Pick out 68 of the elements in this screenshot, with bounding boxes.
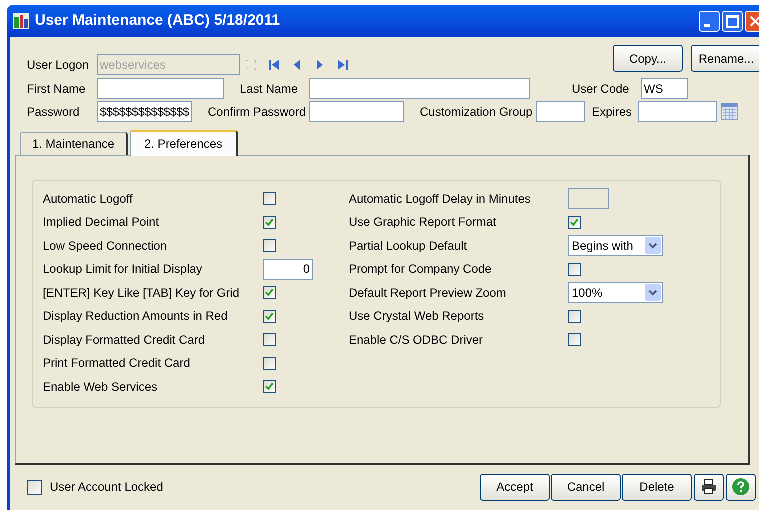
field-label: Automatic Logoff Delay in Minutes <box>349 190 532 208</box>
close-icon <box>750 16 759 26</box>
help-icon <box>732 478 750 496</box>
dropdown[interactable]: Begins with <box>568 235 663 256</box>
dialog-button[interactable]: Accept <box>480 474 550 500</box>
field-label: Customization Group <box>420 104 534 120</box>
field-label: Automatic Logoff <box>43 190 134 208</box>
checkbox[interactable] <box>263 356 276 370</box>
first-record-icon[interactable] <box>268 58 280 70</box>
checkbox[interactable] <box>263 380 276 394</box>
printer-icon <box>701 479 717 495</box>
field-label: Default Report Preview Zoom <box>349 284 508 302</box>
dialog-button[interactable]: Rename... <box>691 45 759 72</box>
field-label: Display Reduction Amounts in Red <box>43 308 229 326</box>
field-label: Confirm Password <box>208 104 308 120</box>
field-label: User Account Locked <box>50 479 164 496</box>
field-label: Password <box>27 104 81 120</box>
field-label: First Name <box>27 80 87 98</box>
dialog-button[interactable]: Copy... <box>613 45 683 72</box>
maximize-button[interactable] <box>722 10 743 32</box>
checkbox[interactable] <box>568 216 581 229</box>
dialog-button[interactable]: Cancel <box>551 474 621 500</box>
tab[interactable]: 2. Preferences <box>130 130 238 156</box>
field-label: Enable Web Services <box>43 378 159 396</box>
password-field[interactable]: $$$$$$$$$$$$$$ <box>97 101 192 122</box>
lookup-icon <box>245 58 257 70</box>
checkbox[interactable] <box>568 262 581 276</box>
field-label: Low Speed Connection <box>43 238 168 255</box>
number-field[interactable]: 0 <box>263 258 313 280</box>
checkbox[interactable] <box>263 216 276 229</box>
field-label: Partial Lookup Default <box>349 238 468 255</box>
checkbox[interactable] <box>27 480 42 494</box>
field-label: Implied Decimal Point <box>43 214 160 232</box>
password-field[interactable] <box>309 101 404 122</box>
field-label: [ENTER] Key Like [TAB] Key for Grid <box>43 284 240 302</box>
print-button[interactable] <box>694 474 724 500</box>
help-button[interactable] <box>726 474 756 500</box>
minimize-button[interactable] <box>699 10 720 32</box>
field-label: Print Formatted Credit Card <box>43 355 192 372</box>
checkbox[interactable] <box>263 310 276 323</box>
tab[interactable]: 1. Maintenance <box>20 132 128 155</box>
checkbox[interactable] <box>263 239 276 252</box>
checkbox[interactable] <box>263 192 276 206</box>
input-field[interactable] <box>97 78 224 99</box>
field-label: Prompt for Company Code <box>349 261 493 278</box>
dialog-button[interactable]: Delete <box>622 474 692 500</box>
field-label: Lookup Limit for Initial Display <box>43 261 204 278</box>
window-title: User Maintenance (ABC) 5/18/2011 <box>35 10 280 31</box>
last-record-icon[interactable] <box>337 58 349 70</box>
checkbox[interactable] <box>568 310 581 323</box>
input-field[interactable] <box>309 78 530 99</box>
date-field[interactable] <box>638 101 717 122</box>
field-label: Use Crystal Web Reports <box>349 308 486 326</box>
input-field[interactable]: WS <box>641 78 688 99</box>
checkbox[interactable] <box>263 333 276 346</box>
field-label: User Code <box>572 80 630 98</box>
field-label: Expires <box>592 104 634 120</box>
field-label: Use Graphic Report Format <box>349 214 498 232</box>
input-field[interactable] <box>536 101 585 122</box>
dropdown[interactable]: 100% <box>568 282 663 304</box>
checkbox[interactable] <box>568 333 581 346</box>
app-icon <box>12 12 30 30</box>
field-label: Last Name <box>240 80 300 98</box>
checkbox[interactable] <box>263 286 276 300</box>
field-label: Enable C/S ODBC Driver <box>349 332 484 349</box>
field-label: User Logon <box>27 56 90 74</box>
field-label: Display Formatted Credit Card <box>43 332 206 349</box>
calendar-icon[interactable] <box>721 103 738 120</box>
